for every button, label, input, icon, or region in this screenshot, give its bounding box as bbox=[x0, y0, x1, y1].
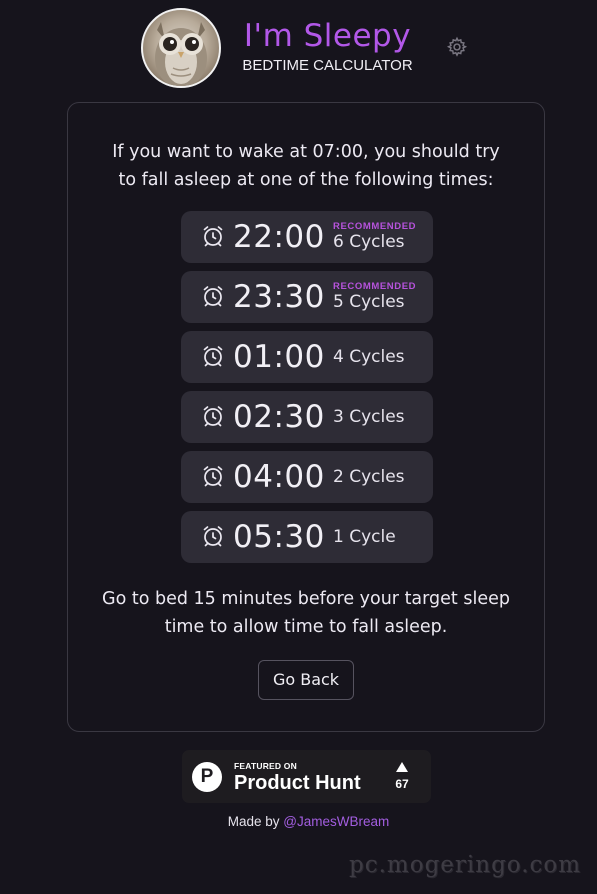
alarm-clock-icon bbox=[203, 406, 223, 427]
cycle-count: 6 Cycles bbox=[333, 232, 405, 252]
upvote-count: 67 bbox=[395, 777, 409, 791]
cycle-count: 4 Cycles bbox=[333, 347, 405, 367]
intro-line-1: If you want to wake at 07:00, you should… bbox=[112, 142, 500, 162]
time-value: 02:30 bbox=[233, 399, 325, 435]
intro-line-2: to fall asleep at one of the following t… bbox=[118, 170, 494, 190]
upvote-arrow-icon bbox=[396, 762, 408, 772]
note-line-2: time to allow time to fall asleep. bbox=[164, 617, 448, 637]
cycle-count: 2 Cycles bbox=[333, 467, 405, 487]
time-option-5[interactable]: 04:00 2 Cycles bbox=[181, 451, 433, 503]
product-hunt-logo-letter: P bbox=[200, 766, 214, 787]
alarm-clock-icon bbox=[203, 286, 223, 307]
time-value: 22:00 bbox=[233, 219, 325, 255]
recommended-badge: RECOMMENDED bbox=[333, 281, 417, 292]
alarm-clock-icon bbox=[203, 346, 223, 367]
cycle-count: 3 Cycles bbox=[333, 407, 405, 427]
product-hunt-badge[interactable]: P FEATURED ON Product Hunt 67 bbox=[182, 750, 431, 803]
made-by-label: Made by bbox=[227, 814, 280, 829]
bedtime-note: Go to bed 15 minutes before your target … bbox=[68, 585, 544, 641]
recommended-badge: RECOMMENDED bbox=[333, 221, 417, 232]
alarm-clock-icon bbox=[203, 466, 223, 487]
made-by-footer: Made by @JamesWBream bbox=[0, 814, 597, 829]
time-option-3[interactable]: 01:00 4 Cycles bbox=[181, 331, 433, 383]
sleep-time-list: 22:00 RECOMMENDED 6 Cycles 23:30 RECOMME… bbox=[181, 211, 433, 571]
gear-icon[interactable] bbox=[446, 36, 468, 58]
time-option-6[interactable]: 05:30 1 Cycle bbox=[181, 511, 433, 563]
alarm-clock-icon bbox=[203, 226, 223, 247]
time-option-4[interactable]: 02:30 3 Cycles bbox=[181, 391, 433, 443]
time-value: 23:30 bbox=[233, 279, 325, 315]
cycle-count: 1 Cycle bbox=[333, 527, 396, 547]
time-option-1[interactable]: 22:00 RECOMMENDED 6 Cycles bbox=[181, 211, 433, 263]
intro-text: If you want to wake at 07:00, you should… bbox=[68, 138, 544, 194]
app-subtitle: BEDTIME CALCULATOR bbox=[242, 57, 413, 74]
alarm-clock-icon bbox=[203, 526, 223, 547]
time-value: 04:00 bbox=[233, 459, 325, 495]
note-line-1: Go to bed 15 minutes before your target … bbox=[102, 589, 510, 609]
owl-avatar bbox=[141, 8, 221, 88]
time-value: 01:00 bbox=[233, 339, 325, 375]
cycle-count: 5 Cycles bbox=[333, 292, 405, 312]
results-card: If you want to wake at 07:00, you should… bbox=[67, 102, 545, 732]
product-hunt-logo-icon: P bbox=[192, 762, 222, 792]
time-value: 05:30 bbox=[233, 519, 325, 555]
app-header: I'm Sleepy BEDTIME CALCULATOR bbox=[0, 0, 597, 95]
author-link[interactable]: @JamesWBream bbox=[283, 814, 389, 829]
product-hunt-name: Product Hunt bbox=[234, 772, 361, 794]
site-watermark: pc.mogeringo.com bbox=[349, 852, 582, 878]
time-option-2[interactable]: 23:30 RECOMMENDED 5 Cycles bbox=[181, 271, 433, 323]
go-back-button[interactable]: Go Back bbox=[258, 660, 354, 700]
app-title: I'm Sleepy bbox=[243, 18, 412, 54]
